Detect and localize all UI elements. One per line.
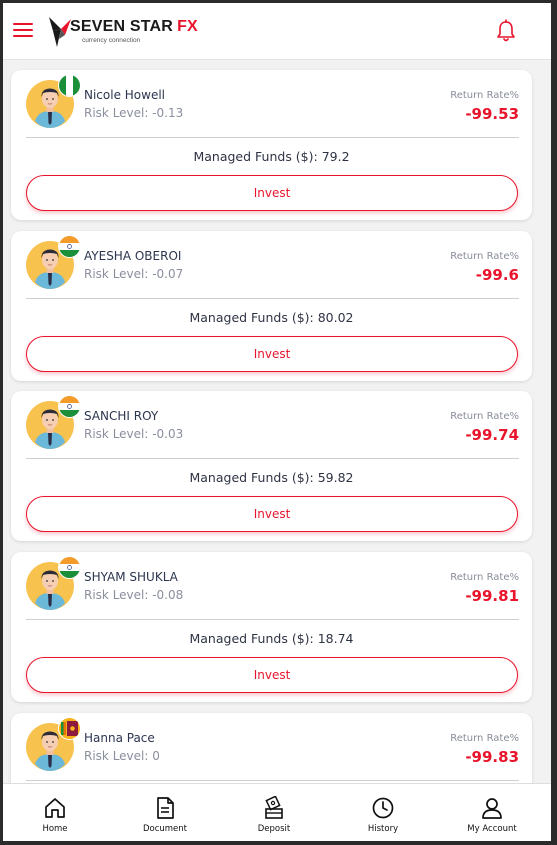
nav-label: Home [42, 824, 68, 834]
return-rate-value: -99.53 [465, 105, 519, 123]
nav-history[interactable]: History [328, 784, 438, 841]
risk-level: Risk Level: -0.03 [84, 427, 184, 441]
return-rate-value: -99.6 [475, 266, 519, 284]
managed-funds: Managed Funds ($): 18.74 [189, 631, 354, 646]
divider [26, 298, 519, 299]
brand-tagline: currency connection [82, 37, 141, 44]
return-rate-label: Return Rate% [450, 90, 519, 101]
brand-logo[interactable]: SEVEN STAR FX currency connection [47, 15, 198, 51]
trader-avatar [26, 396, 80, 451]
trader-name: SANCHI ROY [84, 409, 159, 423]
app-frame: SEVEN STAR FX currency connection Nicole… [3, 3, 551, 841]
bottom-navigation: Home Document Deposit History My Account [3, 783, 551, 841]
nav-my-account[interactable]: My Account [437, 784, 547, 841]
india-flag-icon [59, 396, 80, 417]
history-icon [372, 797, 394, 819]
managed-funds: Managed Funds ($): 80.02 [189, 310, 354, 325]
nav-label: Document [142, 824, 188, 834]
nigeria-flag-icon [59, 75, 80, 96]
risk-level: Risk Level: -0.08 [84, 588, 184, 602]
brand-name: SEVEN STAR FX [70, 18, 198, 35]
trader-card: Nicole Howell Risk Level: -0.13 Return R… [11, 70, 532, 220]
india-flag-icon [59, 236, 80, 257]
managed-funds: Managed Funds ($): 59.82 [189, 470, 354, 485]
divider [26, 137, 519, 138]
trader-name: Nicole Howell [84, 88, 166, 102]
account-icon [482, 798, 502, 819]
return-rate-label: Return Rate% [450, 411, 519, 422]
risk-level: Risk Level: 0 [84, 749, 160, 763]
india-flag-icon [59, 557, 80, 578]
deposit-icon [265, 796, 283, 819]
invest-button[interactable]: Invest [26, 496, 518, 532]
divider [26, 780, 519, 781]
return-rate-value: -99.83 [465, 748, 519, 766]
trader-card: AYESHA OBEROI Risk Level: -0.07 Return R… [11, 231, 532, 381]
invest-button[interactable]: Invest [26, 336, 518, 372]
return-rate-value: -99.74 [465, 426, 519, 444]
divider [26, 619, 519, 620]
nav-label: My Account [467, 824, 517, 834]
return-rate-label: Return Rate% [450, 251, 519, 262]
nav-home[interactable]: Home [3, 784, 110, 841]
return-rate-value: -99.81 [465, 587, 519, 605]
hamburger-menu-icon[interactable] [13, 22, 35, 38]
trader-avatar [26, 236, 80, 291]
risk-level: Risk Level: -0.13 [84, 106, 184, 120]
trader-card: SHYAM SHUKLA Risk Level: -0.08 Return Ra… [11, 552, 532, 702]
trader-avatar [26, 557, 80, 612]
nav-label: History [367, 824, 399, 834]
trader-avatar [26, 75, 80, 130]
return-rate-label: Return Rate% [450, 572, 519, 583]
sri-lanka-flag-icon [59, 718, 80, 739]
invest-button[interactable]: Invest [26, 175, 518, 211]
managed-funds: Managed Funds ($): 79.2 [193, 149, 350, 164]
return-rate-label: Return Rate% [450, 733, 519, 744]
document-icon [157, 797, 174, 819]
divider [26, 458, 519, 459]
bell-icon[interactable] [495, 19, 517, 43]
risk-level: Risk Level: -0.07 [84, 267, 184, 281]
nav-document[interactable]: Document [110, 784, 220, 841]
trader-name: Hanna Pace [84, 731, 155, 745]
nav-label: Deposit [257, 824, 291, 834]
trader-avatar [26, 718, 80, 773]
home-icon [45, 798, 65, 818]
trader-name: SHYAM SHUKLA [84, 570, 178, 584]
top-app-bar: SEVEN STAR FX currency connection [3, 3, 551, 60]
invest-button[interactable]: Invest [26, 657, 518, 693]
trader-card: SANCHI ROY Risk Level: -0.03 Return Rate… [11, 391, 532, 541]
trader-name: AYESHA OBEROI [84, 249, 182, 263]
nav-deposit[interactable]: Deposit [219, 784, 329, 841]
